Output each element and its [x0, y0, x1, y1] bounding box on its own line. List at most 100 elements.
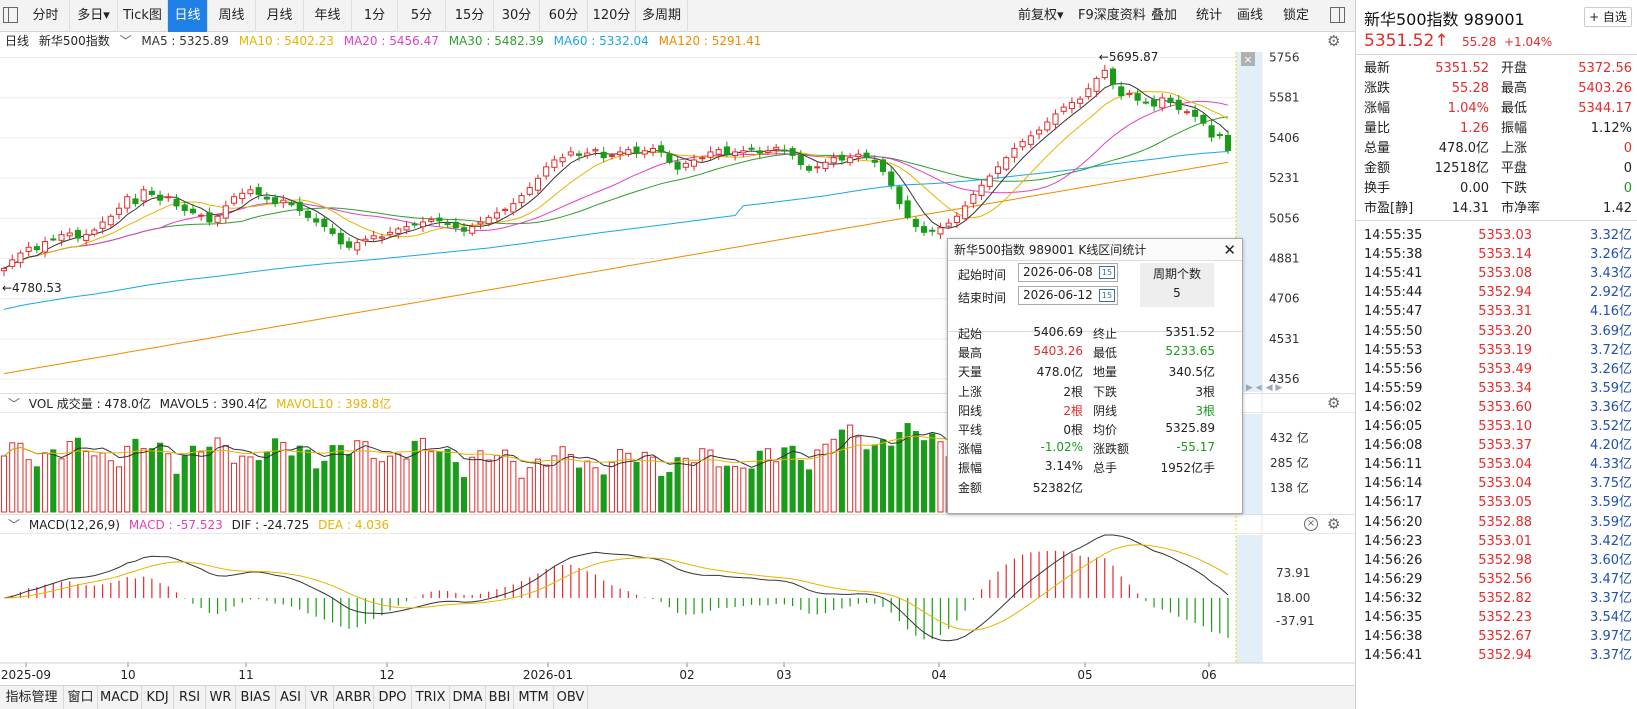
candle: [304, 210, 311, 218]
trade-row: 14:56:26 5352.98 3.60亿: [1364, 551, 1632, 570]
volume-bar: [58, 458, 65, 513]
indicator-tab-8[interactable]: VR: [306, 686, 334, 709]
mavol10-label: MAVOL10 : 398.8亿: [276, 397, 392, 411]
volume-bar: [280, 441, 287, 513]
candle: [222, 205, 229, 219]
trade-row: 14:56:29 5352.56 3.47亿: [1364, 570, 1632, 589]
close-icon[interactable]: ✕: [1223, 242, 1236, 258]
candle: [1101, 69, 1108, 79]
candle: [132, 198, 139, 205]
quote-row: 涨幅 1.04% 最低 5344.17: [1364, 99, 1632, 119]
candle: [888, 171, 895, 186]
quote-row: 总量 478.0亿 上涨 0: [1364, 139, 1632, 159]
trade-row: 14:56:14 5353.04 3.75亿: [1364, 474, 1632, 493]
indicator-tab-6[interactable]: BIAS: [236, 686, 276, 709]
macd-settings-gear-icon[interactable]: ⚙: [1327, 517, 1341, 532]
indicator-tab-12[interactable]: DMA: [450, 686, 486, 709]
scroll-arrows-icon[interactable]: ▶ ◀ ◀ ▶: [1246, 383, 1282, 393]
stat-label: 上涨: [958, 384, 983, 399]
indicator-tab-10[interactable]: DPO: [374, 686, 412, 709]
indicator-tab-7[interactable]: ASI: [276, 686, 306, 709]
candle: [510, 203, 517, 213]
volume-bar: [617, 449, 624, 513]
candle: [1167, 97, 1174, 104]
candle: [165, 196, 172, 199]
trade-price: 5352.82: [1478, 590, 1532, 606]
indicator-tab-13[interactable]: BBI: [486, 686, 514, 709]
add-watchlist-button[interactable]: + 自选: [1584, 7, 1632, 27]
indicator-tab-5[interactable]: WR: [206, 686, 236, 709]
indicator-tab-14[interactable]: MTM: [514, 686, 554, 709]
start-date-field[interactable]: 2026-06-08 15: [1018, 263, 1118, 282]
volume-bar: [608, 461, 615, 513]
calendar-icon[interactable]: 15: [1099, 266, 1115, 279]
quote-change-pct: +1.04%: [1504, 35, 1553, 49]
candle: [0, 267, 8, 272]
quote-row: 涨跌 55.28 最高 5403.26: [1364, 79, 1632, 99]
stat-label: 起始: [958, 327, 983, 341]
candle: [847, 157, 854, 164]
volume-bar: [255, 460, 262, 513]
indicator-tab-3[interactable]: KDJ: [142, 686, 174, 709]
candle: [937, 227, 944, 235]
stat-value: -55.17: [1176, 440, 1215, 455]
trade-price: 5353.05: [1478, 495, 1532, 511]
stat-label: 金额: [958, 480, 983, 495]
vol-settings-gear-icon[interactable]: ⚙: [1327, 396, 1341, 411]
indicator-tab-2[interactable]: MACD: [98, 686, 142, 709]
candle: [428, 219, 435, 222]
volume-bar: [855, 436, 862, 513]
indicator-tab-4[interactable]: RSI: [174, 686, 206, 709]
date-range-section: 起始时间 2026-06-08 15 结束时间 2026-06-12 15 周期个数…: [948, 262, 1242, 332]
candle: [460, 227, 468, 232]
calendar-icon[interactable]: 15: [1099, 289, 1115, 302]
trade-price: 5353.03: [1478, 228, 1532, 243]
volume-bar: [469, 456, 476, 513]
stat-value: 2根: [1063, 403, 1083, 418]
volume-bar: [337, 445, 344, 513]
indicator-tab-11[interactable]: TRIX: [412, 686, 450, 709]
indicator-tab-9[interactable]: ARBR: [334, 686, 374, 709]
close-circle-icon[interactable]: ×: [1304, 517, 1318, 531]
candle: [477, 221, 484, 225]
indicator-tab-1[interactable]: 窗口: [64, 686, 98, 709]
candle: [387, 231, 394, 235]
end-date-field[interactable]: 2026-06-12 15: [1018, 286, 1118, 305]
collapse-icon[interactable]: ﹀: [8, 518, 20, 532]
stat-value: 5351.52: [1165, 325, 1215, 339]
candle: [124, 196, 131, 209]
volume-bar: [534, 458, 542, 513]
quote-value: 1.04%: [1447, 101, 1489, 116]
candle: [559, 157, 566, 163]
collapse-icon[interactable]: ﹀: [8, 397, 20, 411]
quote-value: 5403.26: [1578, 81, 1632, 96]
stat-label: 均价: [1093, 423, 1118, 437]
trade-time: 14:56:17: [1364, 495, 1423, 511]
volume-bar: [263, 451, 270, 513]
volume-bar: [239, 455, 246, 513]
trade-time: 14:56:02: [1364, 399, 1423, 415]
volume-bar: [272, 438, 279, 513]
quote-label: 最新: [1364, 61, 1391, 76]
quote-value: 0: [1623, 161, 1632, 176]
volume-bar: [789, 445, 796, 513]
indicator-tab-15[interactable]: OBV: [554, 686, 588, 709]
price-axis-tick: 4531: [1269, 332, 1300, 346]
close-range-glyph[interactable]: ×: [1243, 53, 1252, 66]
trade-price: 5353.19: [1478, 342, 1532, 358]
volume-bar: [781, 447, 788, 513]
trade-volume: 3.26亿: [1590, 361, 1632, 377]
volume-bar: [699, 448, 706, 513]
candle: [107, 215, 114, 226]
candle: [518, 195, 525, 204]
indicator-tab-0[interactable]: 指标管理: [0, 686, 64, 709]
candle: [986, 175, 993, 187]
quote-label: 最低: [1501, 101, 1528, 116]
dif-line: [3, 534, 1229, 642]
candle: [584, 152, 591, 157]
volume-bar: [764, 448, 772, 513]
volume-bar: [313, 468, 320, 513]
candle: [649, 147, 657, 153]
volume-bar: [510, 460, 517, 513]
stat-label: 涨跌额: [1093, 442, 1130, 457]
